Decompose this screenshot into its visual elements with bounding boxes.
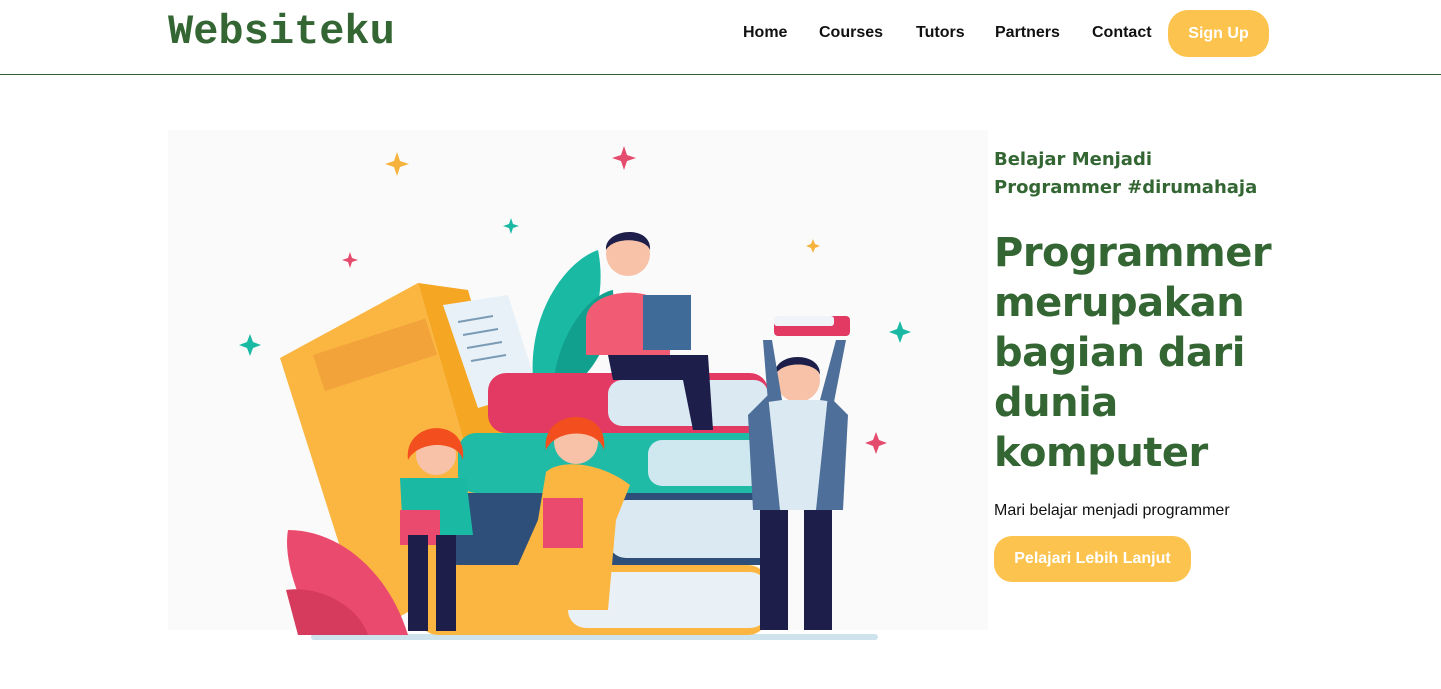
learn-more-button[interactable]: Pelajari Lebih Lanjut xyxy=(994,536,1191,582)
nav-link-contact[interactable]: Contact xyxy=(1092,24,1152,42)
nav-link-home[interactable]: Home xyxy=(743,24,787,42)
hero-tagline-line: Belajar Menjadi xyxy=(994,149,1153,170)
nav-link-courses[interactable]: Courses xyxy=(819,24,883,42)
hero-tagline: Belajar Menjadi Programmer #dirumahaja xyxy=(994,146,1294,202)
hero-headline-line: bagian dari xyxy=(994,330,1245,376)
hero-headline-line: dunia xyxy=(994,380,1118,426)
nav-link-tutors[interactable]: Tutors xyxy=(916,24,965,42)
hero-headline-line: merupakan xyxy=(994,280,1245,326)
navbar: Websiteku Home Courses Tutors Partners C… xyxy=(0,0,1441,75)
hero-tagline-line: Programmer #dirumahaja xyxy=(994,177,1258,198)
hero-illustration xyxy=(168,90,988,660)
hero-headline: Programmer merupakan bagian dari dunia k… xyxy=(994,228,1294,478)
hero-headline-line: komputer xyxy=(994,430,1208,476)
hero-text: Belajar Menjadi Programmer #dirumahaja P… xyxy=(994,146,1294,582)
hero-headline-line: Programmer xyxy=(994,230,1272,276)
hero-subtext: Mari belajar menjadi programmer xyxy=(994,502,1230,519)
signup-button[interactable]: Sign Up xyxy=(1168,10,1269,57)
nav-link-partners[interactable]: Partners xyxy=(995,24,1060,42)
students-reading-illustration xyxy=(168,130,988,640)
